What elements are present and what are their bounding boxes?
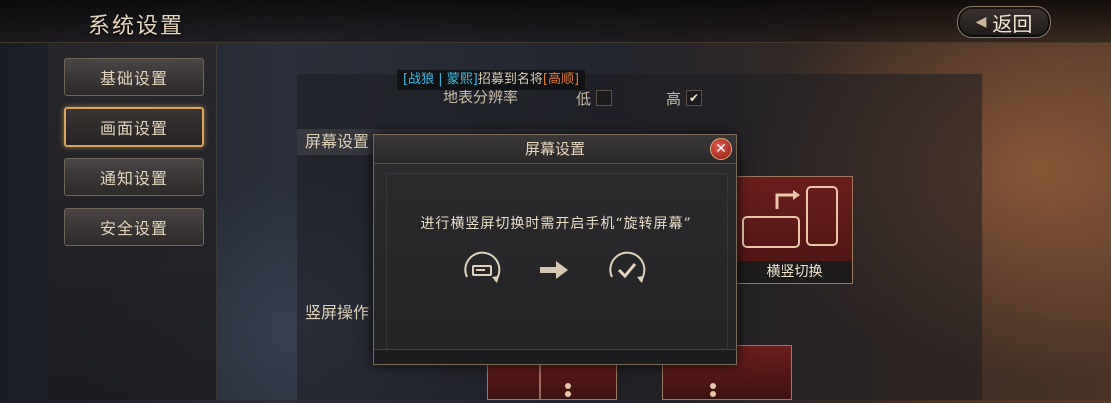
player-name-1: 战狼 <box>408 72 435 87</box>
announcement-banner: [战狼 | 蒙熙]招募到名将[高顺] <box>397 70 586 90</box>
nav-label: 基础设置 <box>99 69 168 88</box>
nav-basic-settings[interactable]: 基础设置 <box>64 58 204 96</box>
arrow-right-icon <box>540 261 568 279</box>
high-checkbox[interactable]: ✔ <box>686 90 702 106</box>
screen-settings-dialog: 屏幕设置 ✕ 进行横竖屏切换时需开启手机“旋转屏幕” <box>373 134 737 365</box>
rotate-screen-icon <box>464 251 501 283</box>
close-icon: ✕ <box>715 141 727 157</box>
general-name: 高顺 <box>547 72 574 87</box>
nav-security-settings[interactable]: 安全设置 <box>64 208 204 246</box>
nav-label: 安全设置 <box>99 219 168 238</box>
announcement-text: 招募到名将 <box>477 72 543 87</box>
low-option-label: 低 <box>576 90 592 108</box>
nav-label: 通知设置 <box>99 169 168 188</box>
nav-display-settings[interactable]: 画面设置 <box>64 107 204 147</box>
nav-label: 画面设置 <box>99 119 168 138</box>
dialog-header: 屏幕设置 ✕ <box>374 135 736 164</box>
dialog-footer <box>374 349 736 364</box>
high-option-label: 高 <box>666 90 682 108</box>
orientation-toggle-card[interactable]: 横竖切换 <box>736 176 853 284</box>
player-name-2: 蒙熙 <box>446 72 473 87</box>
close-button[interactable]: ✕ <box>710 138 732 160</box>
low-checkbox[interactable] <box>596 90 612 106</box>
rotate-check-icon <box>609 251 646 283</box>
back-arrow-icon: ◀ <box>975 14 987 30</box>
checkmark-icon: ✔ <box>688 91 700 105</box>
rotate-device-icon <box>742 186 838 248</box>
dialog-title: 屏幕设置 <box>524 140 585 158</box>
portrait-controls-header: 竖屏操作 <box>305 303 370 322</box>
nav-notification-settings[interactable]: 通知设置 <box>64 158 204 196</box>
orientation-card-label: 横竖切换 <box>737 261 852 283</box>
back-label: 返回 <box>992 11 1033 36</box>
bracket: ] <box>573 72 580 87</box>
top-bar: 系统设置 ◀ 返回 <box>0 0 1111 43</box>
back-button[interactable]: ◀ 返回 <box>957 6 1051 38</box>
page-title: 系统设置 <box>88 14 185 39</box>
separator: | <box>434 72 447 87</box>
dialog-message: 进行横竖屏切换时需开启手机“旋转屏幕” <box>420 216 692 232</box>
